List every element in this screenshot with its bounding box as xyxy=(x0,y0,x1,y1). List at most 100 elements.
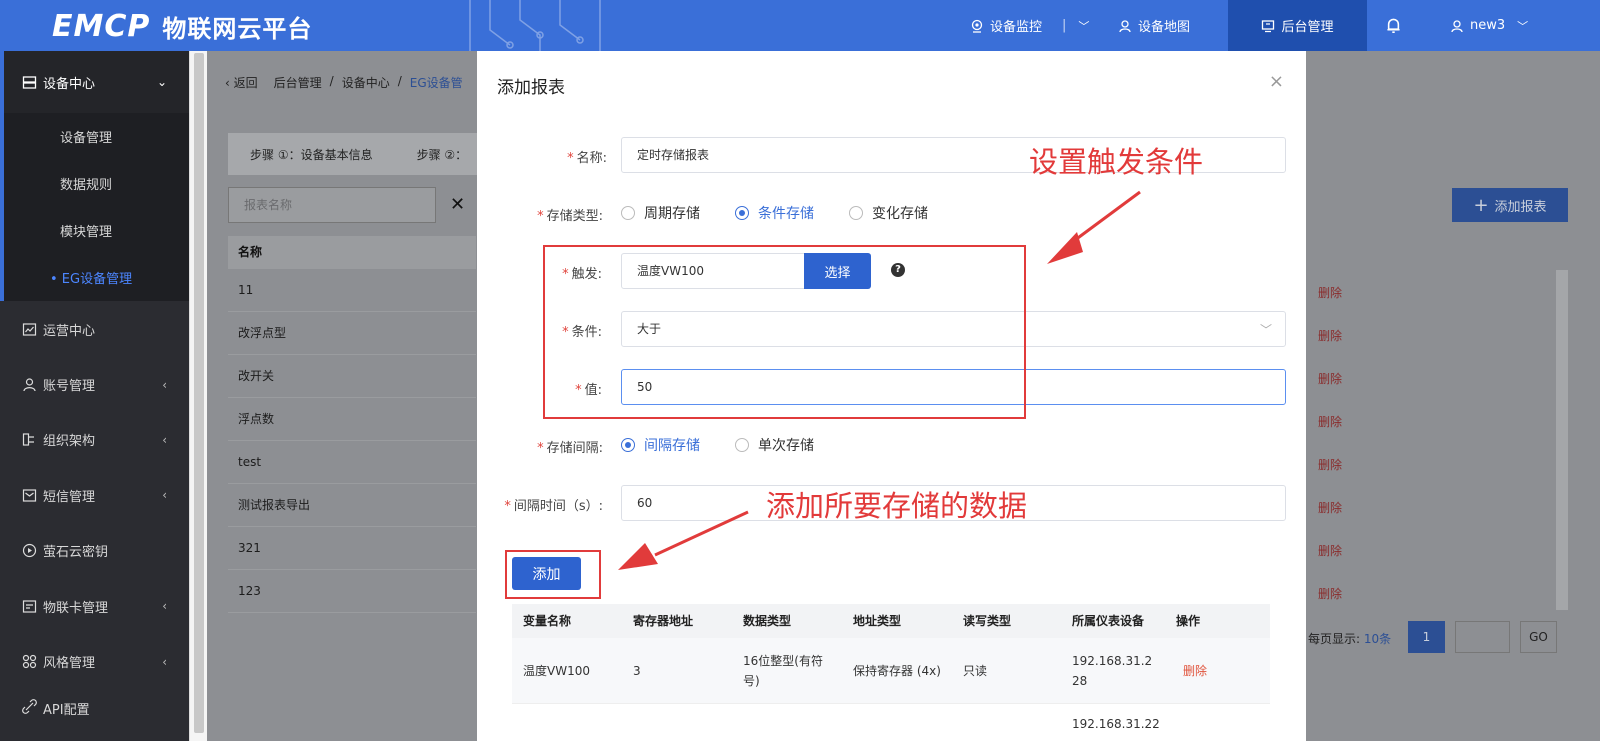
breadcrumb-item[interactable]: EG设备管 xyxy=(410,74,463,91)
sidebar-sub-device-management[interactable]: 设备管理 xyxy=(0,113,189,160)
sidebar-item-label: 数据规则 xyxy=(60,178,113,193)
sidebar-item-sms[interactable]: 短信管理 ‹ xyxy=(0,467,189,523)
table-row: 测试报表导出 xyxy=(228,484,476,527)
chevron-down-icon: ⌄ xyxy=(156,75,167,89)
breadcrumb: ‹ 返回 后台管理 / 设备中心 / EG设备管 xyxy=(225,74,463,91)
delete-link[interactable]: 删除 xyxy=(1165,661,1270,681)
sidebar-item-label: 运营中心 xyxy=(43,323,96,339)
per-page-value[interactable]: 10条 xyxy=(1364,632,1391,646)
table-row: 温度VW100 3 16位整型(有符号) 保持寄存器 (4x) 只读 192.1… xyxy=(512,638,1270,704)
variables-table: 变量名称 寄存器地址 数据类型 地址类型 读写类型 所属仪表设备 操作 温度VW… xyxy=(512,604,1270,741)
sidebar-item-device-center[interactable]: 设备中心 ⌄ xyxy=(0,51,189,113)
divider: | xyxy=(1062,18,1067,33)
back-link[interactable]: ‹ 返回 xyxy=(225,74,258,91)
monitor-icon xyxy=(1262,19,1275,32)
chevron-left-icon: ‹ xyxy=(162,654,167,669)
delete-link[interactable]: 删除 xyxy=(1318,456,1342,473)
breadcrumb-item[interactable]: 设备中心 xyxy=(342,74,390,91)
nav-admin[interactable]: 后台管理 xyxy=(1228,0,1367,51)
chevron-left-icon: ‹ xyxy=(162,377,167,392)
nav-device-map[interactable]: 设备地图 xyxy=(1118,0,1190,51)
radio-periodic[interactable]: 周期存储 xyxy=(621,203,700,223)
sidebar-item-label: 组织架构 xyxy=(43,434,96,449)
logo: EMCP 物联网云平台 xyxy=(52,6,312,46)
storage-type-label: * 存储类型: xyxy=(537,209,603,224)
sidebar-item-label: 设备管理 xyxy=(60,131,113,146)
delete-link[interactable]: 删除 xyxy=(1318,284,1342,301)
delete-link[interactable]: 删除 xyxy=(1318,327,1342,344)
dialog-title: 添加报表 xyxy=(497,78,565,98)
close-icon[interactable]: × xyxy=(1269,71,1284,92)
chart-icon xyxy=(22,322,37,336)
radio-change[interactable]: 变化存储 xyxy=(849,203,928,223)
notification-bell[interactable] xyxy=(1385,0,1402,51)
sidebar-item-label: 萤石云密钥 xyxy=(43,545,109,560)
delete-link[interactable]: 删除 xyxy=(1318,542,1342,559)
sidebar-sub-data-rules[interactable]: 数据规则 xyxy=(0,160,189,207)
table-row: 192.168.31.22 xyxy=(512,704,1270,741)
plus-icon: + xyxy=(1473,194,1489,216)
grid-icon xyxy=(22,654,37,669)
sidebar-scrollbar[interactable] xyxy=(189,51,207,741)
circuit-decoration-icon xyxy=(469,0,601,51)
sidebar-item-style[interactable]: 风格管理 ‹ xyxy=(0,634,189,689)
table-header: 名称 xyxy=(228,236,476,269)
scrollbar-thumb[interactable] xyxy=(194,53,204,733)
sidebar-item-label: 模块管理 xyxy=(60,225,113,240)
cell-device: 192.168.31.228 xyxy=(1072,653,1153,688)
sidebar: 设备中心 ⌄ 设备管理 数据规则 模块管理 • EG设备管理 运营中心 账号管理… xyxy=(0,51,189,741)
delete-link[interactable]: 删除 xyxy=(1318,585,1342,602)
sidebar-item-label: 设备中心 xyxy=(43,76,96,92)
radio-single[interactable]: 单次存储 xyxy=(735,435,814,455)
sidebar-sub-module-management[interactable]: 模块管理 xyxy=(0,207,189,254)
interval-time-label: * 间隔时间（s）: xyxy=(504,499,603,514)
report-search-input[interactable]: 报表名称 xyxy=(228,187,436,223)
sidebar-item-api[interactable]: API配置 xyxy=(0,689,189,729)
chevron-down-icon: ﹀ xyxy=(1260,323,1273,337)
name-label: * 名称: xyxy=(567,151,607,166)
location-icon xyxy=(971,19,983,33)
table-scrollbar[interactable] xyxy=(1556,270,1568,610)
table-row: 改开关 xyxy=(228,355,476,398)
nav-device-monitor-label: 设备监控 xyxy=(990,20,1043,35)
sidebar-item-label: API配置 xyxy=(43,703,90,718)
add-report-label: 添加报表 xyxy=(1494,199,1547,215)
page-number[interactable]: 1 xyxy=(1408,621,1445,653)
cell-rw: 只读 xyxy=(963,663,988,678)
radio-interval[interactable]: 间隔存储 xyxy=(621,435,700,455)
nav-device-monitor[interactable]: 设备监控 | ﹀ xyxy=(970,0,1089,51)
chevron-down-icon: ﹀ xyxy=(1078,19,1090,33)
table-row: test xyxy=(228,441,476,484)
table-row: 浮点数 xyxy=(228,398,476,441)
cell-device: 192.168.31.22 xyxy=(1072,717,1160,731)
chevron-left-icon: ‹ xyxy=(162,599,167,613)
org-chart-icon xyxy=(22,433,34,446)
play-circle-icon xyxy=(22,543,37,558)
radio-conditional[interactable]: 条件存储 xyxy=(735,203,814,223)
chevron-left-icon: ‹ xyxy=(162,488,167,502)
chevron-down-icon: ﹀ xyxy=(1517,19,1529,33)
close-icon[interactable]: ✕ xyxy=(450,194,465,215)
user-menu[interactable]: new3 ﹀ xyxy=(1450,0,1528,51)
table-row: 11 xyxy=(228,269,476,312)
sidebar-item-organization[interactable]: 组织架构 ‹ xyxy=(0,412,189,467)
sidebar-sub-eg-device[interactable]: • EG设备管理 xyxy=(0,254,189,301)
delete-link[interactable]: 删除 xyxy=(1318,499,1342,516)
table-header: 寄存器地址 xyxy=(633,614,694,628)
sidebar-item-iot-card[interactable]: 物联卡管理 ‹ xyxy=(0,578,189,634)
breadcrumb-separator: / xyxy=(329,74,334,88)
breadcrumb-item[interactable]: 后台管理 xyxy=(274,74,322,91)
sidebar-item-ezviz-key[interactable]: 萤石云密钥 xyxy=(0,523,189,578)
annotation-arrow-icon xyxy=(618,510,749,570)
go-button[interactable]: GO xyxy=(1520,621,1557,653)
page-jump-input[interactable] xyxy=(1455,621,1510,653)
add-report-button[interactable]: + 添加报表 xyxy=(1452,188,1568,222)
step-1[interactable]: 步骤 ①：设备基本信息 xyxy=(250,146,373,163)
delete-link[interactable]: 删除 xyxy=(1318,370,1342,387)
radio-checked-icon xyxy=(621,438,635,452)
step-2[interactable]: 步骤 ②： xyxy=(417,146,468,163)
sidebar-item-accounts[interactable]: 账号管理 ‹ xyxy=(0,357,189,412)
sidebar-item-operations[interactable]: 运营中心 xyxy=(0,301,189,357)
delete-link[interactable]: 删除 xyxy=(1318,413,1342,430)
interval-label: * 存储间隔: xyxy=(537,441,603,456)
